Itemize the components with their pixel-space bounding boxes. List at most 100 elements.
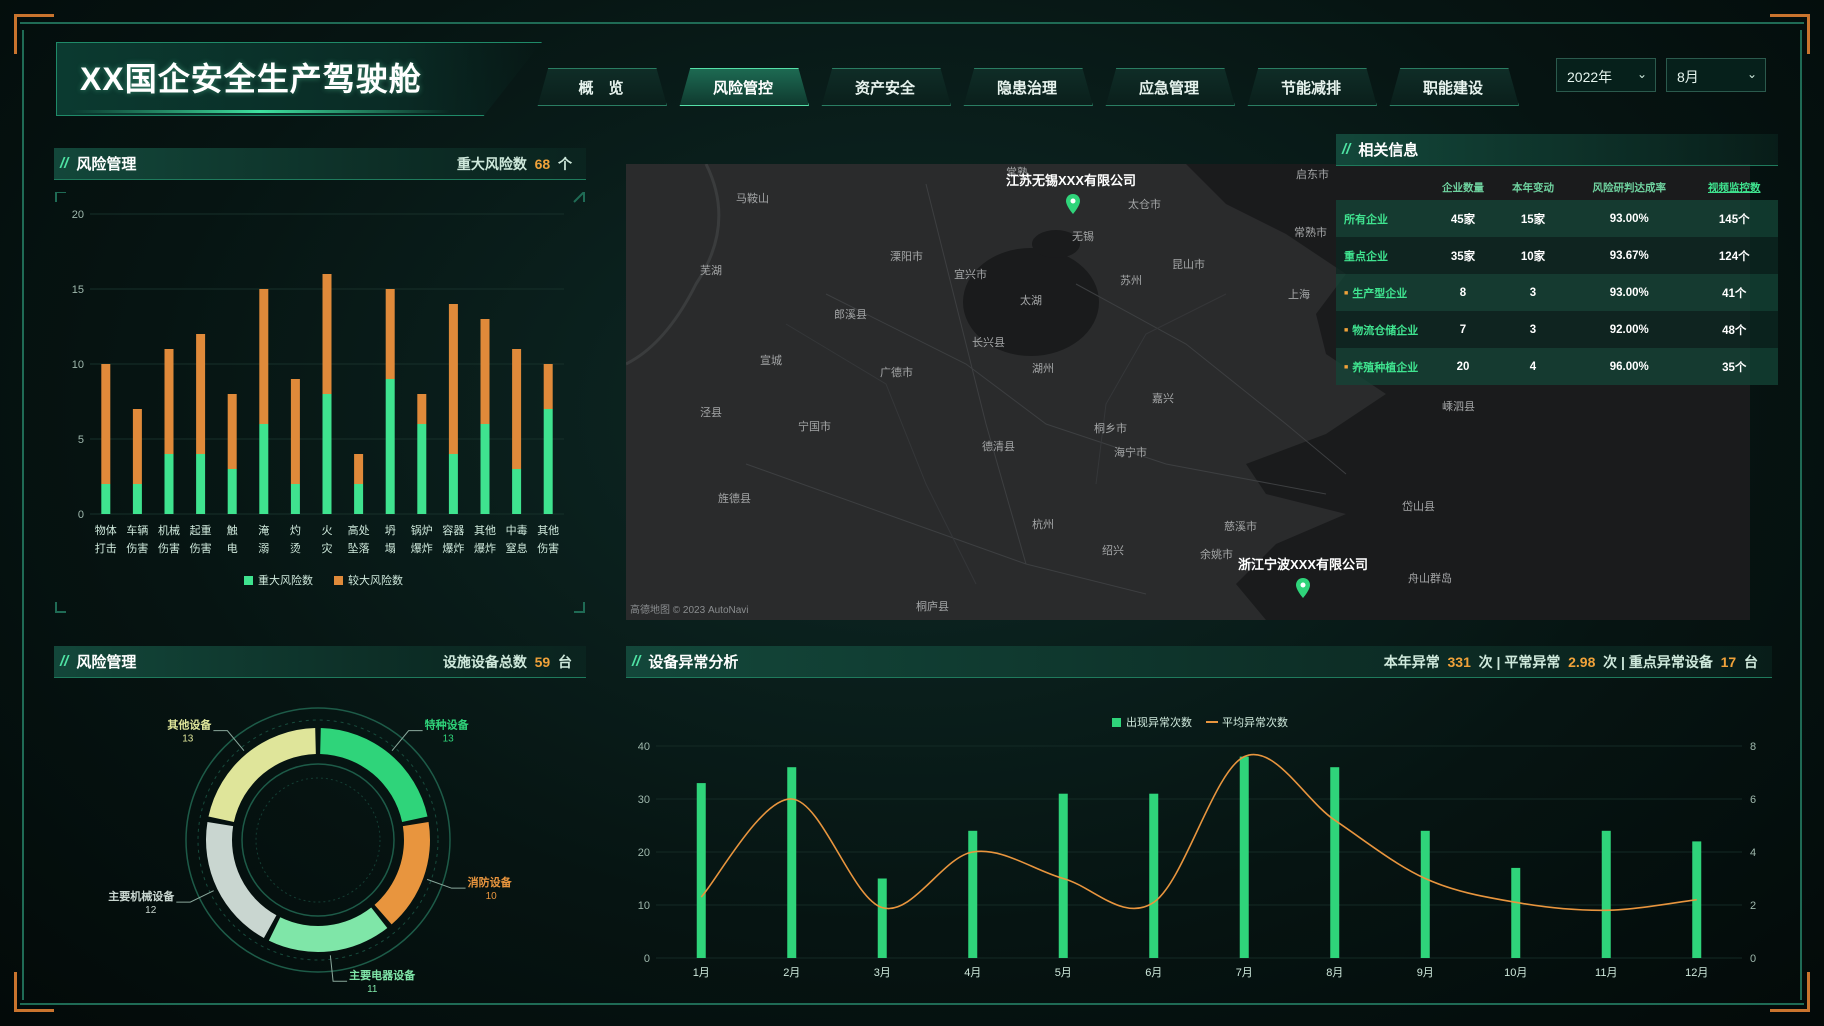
anomaly-bar[interactable] [1511,867,1521,958]
nav-tab-risk-control[interactable]: 风险管控 [679,68,809,106]
donut-slice[interactable] [320,728,428,822]
bar-large-risk[interactable] [101,364,111,484]
donut-slice[interactable] [268,907,388,952]
anomaly-bar[interactable] [877,878,887,959]
y-left-tick-label: 40 [638,741,650,753]
anomaly-bar[interactable] [1058,793,1068,958]
anomaly-bar[interactable] [1601,830,1611,958]
anomaly-avg-label: 平常异常 [1504,653,1561,670]
donut-slice-label: 主要电器设备 [349,968,416,982]
page-title: XX国企安全生产驾驶舱 [80,61,422,97]
anomaly-bar[interactable] [1330,767,1340,958]
x-tick-label: 2月 [783,967,800,979]
bar-major-risk[interactable] [448,454,458,514]
nav-tab-function-building[interactable]: 职能建设 [1389,68,1519,106]
donut-leader-line [176,890,214,903]
x-tick-label: 触 [227,523,238,537]
map-label: 马鞍山 [736,193,769,205]
anomaly-bar[interactable] [787,767,797,958]
bar-major-risk[interactable] [132,484,142,514]
x-tick-label: 灾 [322,541,333,555]
bar-major-risk[interactable] [259,424,269,514]
bar-major-risk[interactable] [480,424,490,514]
bar-major-risk[interactable] [417,424,427,514]
map-label: 苏州 [1120,275,1142,287]
bar-large-risk[interactable] [354,454,364,484]
bar-major-risk[interactable] [196,454,206,514]
bar-major-risk[interactable] [354,484,364,514]
x-tick-label: 9月 [1417,967,1434,979]
frame-bottom-line [20,1003,1804,1005]
map-label: 杭州 [1032,519,1054,531]
donut-slice[interactable] [206,822,277,939]
x-tick-label: 火 [322,525,333,537]
x-tick-label: 塌 [385,542,396,555]
nav-tab-hazard-governance[interactable]: 隐患治理 [963,68,1093,106]
bar-major-risk[interactable] [227,469,237,514]
chevron-down-icon: ⌄ [1636,67,1647,81]
bar-major-risk[interactable] [512,469,522,514]
map-pin-icon[interactable] [1296,578,1310,598]
anomaly-bar[interactable] [696,783,706,958]
month-select[interactable]: 8月 ⌄ [1666,58,1766,92]
bar-major-risk[interactable] [290,484,300,514]
risk-meta-label: 重大风险数 [456,155,527,172]
anomaly-avg-line[interactable] [700,753,1697,912]
nav-tab-energy-saving[interactable]: 节能减排 [1247,68,1377,106]
bar-large-risk[interactable] [448,304,458,454]
bar-large-risk[interactable] [259,289,269,424]
bar-large-risk[interactable] [132,409,142,484]
chart-corner [55,192,66,202]
year-select[interactable]: 2022年 ⌄ [1556,58,1656,92]
bar-large-risk[interactable] [417,394,427,424]
bar-large-risk[interactable] [512,349,522,469]
info-row-rate: 93.67% [1568,237,1691,274]
anomaly-bar[interactable] [1239,756,1249,958]
bar-large-risk[interactable] [196,334,206,454]
bar-large-risk[interactable] [164,349,174,454]
bar-major-risk[interactable] [543,409,553,514]
risk-bar-chart: 05101520物体打击车辆伤害机械伤害起重伤害触电淹溺灼烫火灾高处坠落坍塌锅炉… [55,192,585,613]
equipment-meta-value: 59 [534,653,551,670]
anomaly-bar[interactable] [1149,793,1159,958]
info-row-count: 20 [1428,348,1498,385]
panel-slash-icon: // [1342,141,1351,158]
y-tick-label: 10 [72,359,84,371]
bar-large-risk[interactable] [290,379,300,484]
nav-tab-asset-security[interactable]: 资产安全 [821,68,951,106]
bar-large-risk[interactable] [385,289,395,379]
info-col-header-video[interactable]: 视频监控数 [1691,174,1779,200]
donut-slice[interactable] [374,822,430,925]
bar-major-risk[interactable] [101,484,111,514]
y-right-tick-label: 0 [1750,953,1756,965]
bar-major-risk[interactable] [322,394,332,514]
bar-large-risk[interactable] [480,319,490,424]
bar-major-risk[interactable] [385,379,395,514]
bar-large-risk[interactable] [322,274,332,394]
bar-large-risk[interactable] [227,394,237,469]
equipment-panel-meta: 设施设备总数 59 台 [443,652,572,672]
x-tick-label: 5月 [1055,967,1072,979]
bar-large-risk[interactable] [543,364,553,409]
donut-slice-value: 10 [486,891,498,902]
main-nav: 概 览 风险管控 资产安全 隐患治理 应急管理 节能减排 职能建设 [535,68,1519,106]
map-label: 旌德县 [718,493,751,505]
map-label: 昆山市 [1172,259,1205,271]
x-tick-label: 伤害 [126,541,148,555]
title-glow [70,110,450,113]
bar-major-risk[interactable] [164,454,174,514]
map-pin-icon[interactable] [1066,194,1080,214]
month-select-value: 8月 [1677,69,1699,85]
anomaly-bar[interactable] [1420,830,1430,958]
panel-slash-icon: // [60,155,69,172]
x-tick-label: 其他 [474,524,496,537]
equipment-meta-unit: 台 [558,653,572,670]
nav-tab-emergency[interactable]: 应急管理 [1105,68,1235,106]
legend-label: 出现异常次数 [1126,715,1192,729]
info-row-rate: 93.00% [1568,274,1691,311]
nav-tab-overview[interactable]: 概 览 [537,68,667,106]
anomaly-bar[interactable] [968,830,978,958]
map-attribution: 高德地图 © 2023 AutoNavi [630,605,749,616]
donut-slice[interactable] [208,728,316,822]
info-row-name: 重点企业 [1336,237,1428,274]
